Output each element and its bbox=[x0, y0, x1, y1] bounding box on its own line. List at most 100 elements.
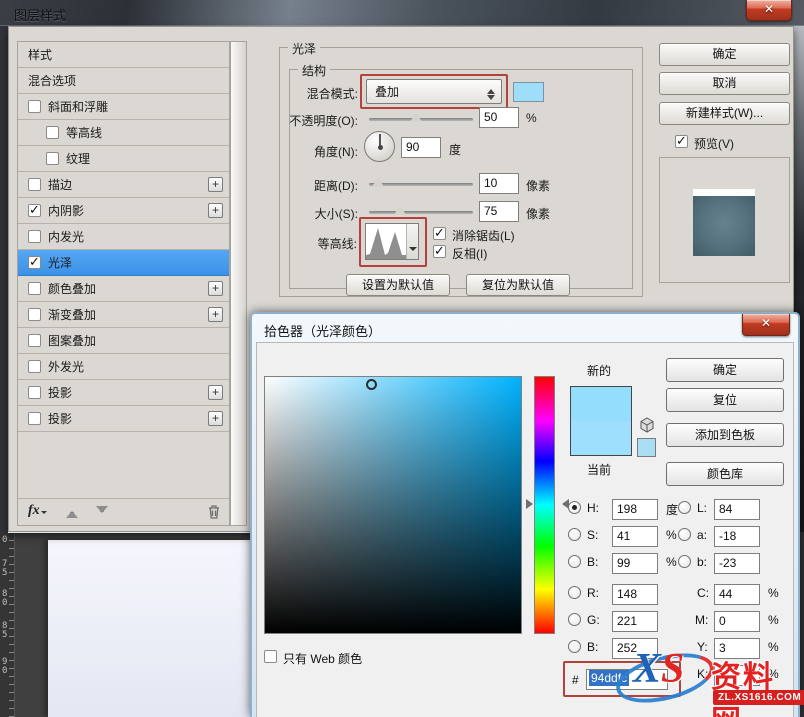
satin-color-swatch[interactable] bbox=[513, 82, 544, 102]
r-input[interactable]: 148 bbox=[612, 584, 658, 605]
checkbox[interactable] bbox=[28, 360, 41, 373]
c-input[interactable]: 44 bbox=[714, 584, 760, 605]
sidebar-item-outer-glow[interactable]: 外发光 bbox=[18, 354, 229, 380]
sidebar-item-bevel-emboss[interactable]: 斜面和浮雕 bbox=[18, 94, 229, 120]
r-radio[interactable] bbox=[568, 586, 581, 599]
saturation-brightness-field[interactable] bbox=[264, 376, 522, 634]
lab-b-input[interactable]: -23 bbox=[714, 553, 760, 574]
m-unit: % bbox=[768, 613, 779, 627]
checkbox[interactable] bbox=[28, 386, 41, 399]
checkbox[interactable] bbox=[28, 308, 41, 321]
color-field-marker[interactable] bbox=[366, 379, 377, 390]
checkbox[interactable] bbox=[28, 412, 41, 425]
picker-ok-button[interactable]: 确定 bbox=[666, 358, 784, 382]
plus-icon[interactable] bbox=[208, 177, 223, 192]
invert-checkbox[interactable] bbox=[433, 243, 446, 259]
b2-label: B: bbox=[587, 640, 599, 654]
plus-icon[interactable] bbox=[208, 307, 223, 322]
sidebar-item-contour[interactable]: 等高线 bbox=[18, 120, 229, 146]
b-input[interactable]: 99 bbox=[612, 553, 658, 574]
sidebar-toolbar: fx bbox=[18, 498, 229, 525]
opacity-input[interactable]: 50 bbox=[479, 107, 519, 128]
h-radio[interactable] bbox=[568, 501, 581, 514]
k-input[interactable]: 0 bbox=[714, 665, 760, 686]
h-input[interactable]: 198 bbox=[612, 499, 658, 520]
a-input[interactable]: -18 bbox=[714, 526, 760, 547]
delete-trash-icon[interactable] bbox=[207, 504, 221, 522]
move-up-icon[interactable] bbox=[66, 505, 78, 519]
g-input[interactable]: 221 bbox=[612, 611, 658, 632]
g-radio[interactable] bbox=[568, 613, 581, 626]
size-slider[interactable] bbox=[369, 211, 473, 214]
angle-input[interactable]: 90 bbox=[401, 137, 441, 158]
sidebar-item-inner-shadow[interactable]: 内阴影 bbox=[18, 198, 229, 224]
sidebar-item-texture[interactable]: 纹理 bbox=[18, 146, 229, 172]
checkbox[interactable] bbox=[28, 230, 41, 243]
plus-icon[interactable] bbox=[208, 385, 223, 400]
ok-button[interactable]: 确定 bbox=[659, 43, 790, 66]
plus-icon[interactable] bbox=[208, 411, 223, 426]
angle-label: 角度(N): bbox=[314, 145, 358, 159]
sidebar-scrollbar[interactable] bbox=[230, 41, 247, 526]
hue-slider-arrow-left[interactable] bbox=[526, 499, 538, 509]
add-to-swatches-button[interactable]: 添加到色板 bbox=[666, 423, 784, 447]
s-radio[interactable] bbox=[568, 528, 581, 541]
plus-icon[interactable] bbox=[208, 281, 223, 296]
picker-reset-button[interactable]: 复位 bbox=[666, 388, 784, 412]
reset-default-button[interactable]: 复位为默认值 bbox=[466, 274, 570, 296]
sidebar-item-label: 外发光 bbox=[48, 360, 85, 374]
sidebar-item-stroke[interactable]: 描边 bbox=[18, 172, 229, 198]
b2-input[interactable]: 252 bbox=[612, 638, 658, 659]
set-default-button[interactable]: 设置为默认值 bbox=[346, 274, 450, 296]
blend-mode-dropdown[interactable]: 叠加 bbox=[366, 79, 502, 104]
cancel-button[interactable]: 取消 bbox=[659, 72, 790, 95]
sidebar-item-gradient-overlay[interactable]: 渐变叠加 bbox=[18, 302, 229, 328]
preview-checkbox[interactable] bbox=[675, 133, 688, 149]
lab-b-radio[interactable] bbox=[678, 555, 691, 568]
checkbox[interactable] bbox=[28, 178, 41, 191]
distance-input[interactable]: 10 bbox=[479, 173, 519, 194]
sidebar-item-blending-options[interactable]: 混合选项 bbox=[18, 68, 229, 94]
new-style-button[interactable]: 新建样式(W)... bbox=[659, 102, 790, 125]
sidebar-item-satin[interactable]: 光泽 bbox=[18, 250, 229, 276]
checkbox[interactable] bbox=[46, 126, 59, 139]
checkbox[interactable] bbox=[28, 334, 41, 347]
angle-dial[interactable] bbox=[364, 131, 395, 162]
a-radio[interactable] bbox=[678, 528, 691, 541]
fx-menu-icon[interactable]: fx bbox=[28, 503, 47, 519]
color-picker-close-button[interactable]: ✕ bbox=[742, 314, 790, 336]
layer-style-close-button[interactable]: ✕ bbox=[746, 0, 792, 21]
sidebar-item-label: 图案叠加 bbox=[48, 334, 97, 348]
plus-icon[interactable] bbox=[208, 203, 223, 218]
checkbox[interactable] bbox=[28, 254, 41, 270]
gamut-color-swatch[interactable] bbox=[637, 438, 656, 457]
ruler-number: 8 5 bbox=[2, 621, 8, 640]
sidebar-item-drop-shadow-2[interactable]: 投影 bbox=[18, 406, 229, 432]
m-input[interactable]: 0 bbox=[714, 611, 760, 632]
contour-picker[interactable] bbox=[365, 223, 419, 260]
size-input[interactable]: 75 bbox=[479, 201, 519, 222]
sidebar-item-styles[interactable]: 样式 bbox=[18, 42, 229, 68]
color-libraries-button[interactable]: 颜色库 bbox=[666, 462, 784, 486]
contour-dropdown-arrow-icon[interactable] bbox=[406, 224, 418, 259]
distance-slider[interactable] bbox=[369, 183, 473, 186]
antialias-checkbox[interactable] bbox=[433, 225, 446, 241]
s-input[interactable]: 41 bbox=[612, 526, 658, 547]
hex-input[interactable]: 94ddfc bbox=[586, 669, 668, 690]
sidebar-item-color-overlay[interactable]: 颜色叠加 bbox=[18, 276, 229, 302]
b2-radio[interactable] bbox=[568, 640, 581, 653]
web-colors-only-checkbox[interactable] bbox=[264, 650, 277, 663]
checkbox[interactable] bbox=[28, 202, 41, 218]
checkbox[interactable] bbox=[28, 282, 41, 295]
y-input[interactable]: 3 bbox=[714, 638, 760, 659]
l-radio[interactable] bbox=[678, 501, 691, 514]
l-input[interactable]: 84 bbox=[714, 499, 760, 520]
move-down-icon[interactable] bbox=[96, 505, 108, 519]
sidebar-item-inner-glow[interactable]: 内发光 bbox=[18, 224, 229, 250]
checkbox[interactable] bbox=[28, 100, 41, 113]
sidebar-item-drop-shadow[interactable]: 投影 bbox=[18, 380, 229, 406]
b-radio[interactable] bbox=[568, 555, 581, 568]
out-of-gamut-cube-icon[interactable] bbox=[639, 417, 655, 437]
checkbox[interactable] bbox=[46, 152, 59, 165]
sidebar-item-pattern-overlay[interactable]: 图案叠加 bbox=[18, 328, 229, 354]
